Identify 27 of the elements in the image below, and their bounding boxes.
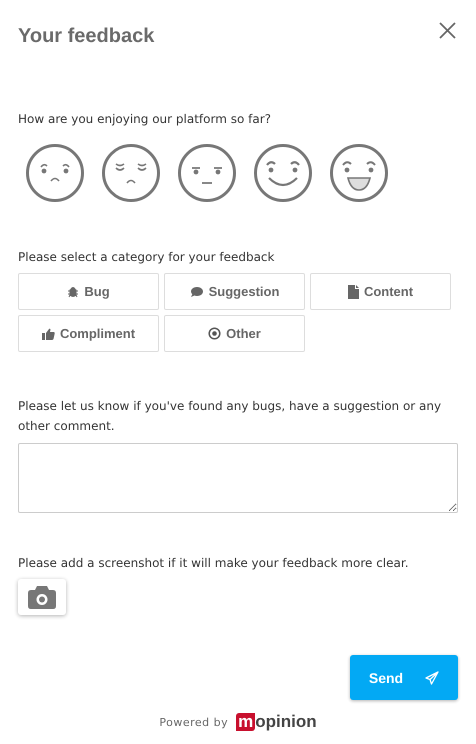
speech-bubble-icon: [190, 286, 204, 298]
close-icon[interactable]: [439, 22, 456, 38]
category-button[interactable]: Bug: [18, 273, 159, 310]
thumbs-up-icon: [42, 328, 55, 340]
angry-face-icon[interactable]: [25, 143, 85, 203]
target-icon: [208, 327, 222, 340]
screenshot-prompt: Please add a screenshot if it will make your feedback more clear.: [18, 555, 410, 572]
bug-icon: [67, 286, 80, 298]
happy-face-icon[interactable]: [253, 143, 313, 203]
form-title: Your feedback: [18, 24, 154, 48]
document-icon: [348, 284, 359, 298]
category-question: Please select a category for your feedback: [18, 249, 276, 266]
screenshot-button[interactable]: [18, 579, 66, 615]
neutral-face-icon[interactable]: [177, 143, 237, 203]
powered-by-label: Powered by: [159, 716, 228, 728]
mopinion-logo[interactable]: m opinion: [236, 712, 317, 732]
camera-icon: [28, 586, 56, 608]
delighted-face-icon[interactable]: [329, 143, 389, 203]
category-button[interactable]: Compliment: [18, 315, 159, 352]
rating-question: How are you enjoying our platform so far?: [18, 111, 272, 128]
category-button[interactable]: Content: [310, 273, 451, 310]
paper-plane-icon: [425, 670, 440, 684]
comment-field[interactable]: [18, 443, 458, 513]
sad-face-icon[interactable]: [101, 143, 161, 203]
category-button[interactable]: Other: [164, 315, 305, 352]
category-button[interactable]: Suggestion: [164, 273, 305, 310]
comment-prompt: Please let us know if you've found any bugs, have a suggestion or any other comment.: [18, 398, 442, 435]
